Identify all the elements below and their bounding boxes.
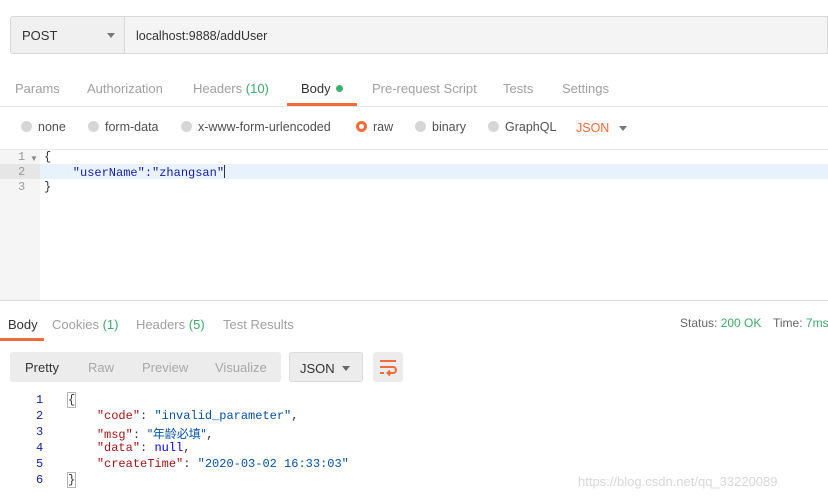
status-badge: 200 OK [720, 316, 762, 330]
response-view-controls: Pretty Raw Preview Visualize JSON [10, 352, 828, 382]
view-mode-pretty[interactable]: Pretty [25, 360, 59, 375]
tab-headers-label: Headers [193, 81, 243, 96]
json-line: "msg": "年龄必填", [96, 427, 214, 442]
code-line: } [44, 180, 52, 194]
radio-form-data-label: form-data [105, 120, 159, 134]
line-number: 5 [36, 457, 44, 471]
radio-circle-icon [415, 121, 426, 132]
json-open-brace: { [66, 392, 77, 408]
status-label: Status: [680, 316, 718, 330]
resp-tab-cookies[interactable]: Cookies (1) [52, 317, 118, 332]
code-line-text: "userName":"zhangsan" [44, 166, 225, 180]
json-key: "data" [96, 441, 141, 455]
tab-settings[interactable]: Settings [562, 81, 609, 96]
view-mode-visualize[interactable]: Visualize [215, 360, 267, 375]
method-select[interactable]: POST [10, 16, 125, 54]
radio-urlencoded-label: x-www-form-urlencoded [198, 120, 331, 134]
fold-arrow-icon[interactable]: ▼ [30, 154, 38, 163]
json-line: "data": null, [96, 441, 191, 455]
radio-none-label: none [38, 120, 66, 134]
json-value: null [154, 441, 184, 455]
time-label: Time: [773, 316, 803, 330]
text-cursor [224, 165, 226, 178]
active-tab-indicator [287, 103, 357, 106]
status-readout: Status: 200 OK [680, 316, 761, 330]
response-format-label: JSON [300, 361, 335, 376]
radio-binary-label: binary [432, 120, 467, 134]
radio-raw[interactable]: raw [356, 120, 393, 138]
response-format-dropdown[interactable]: JSON [289, 352, 363, 382]
radio-graphql[interactable]: GraphQL [488, 120, 556, 138]
json-value: "年龄必填" [147, 427, 207, 441]
radio-form-data[interactable]: form-data [88, 120, 159, 138]
radio-binary[interactable]: binary [415, 120, 466, 138]
json-value: "invalid_parameter" [154, 409, 292, 423]
line-number: 1 [36, 393, 44, 407]
wrap-lines-button[interactable] [373, 352, 403, 382]
radio-graphql-label: GraphQL [505, 120, 557, 134]
tab-body-label: Body [301, 81, 331, 96]
resp-tab-body[interactable]: Body [8, 317, 38, 332]
json-line: "createTime": "2020-03-02 16:33:03" [96, 457, 349, 471]
radio-selected-icon [356, 121, 367, 132]
body-type-selector: none form-data x-www-form-urlencoded raw… [0, 116, 828, 142]
radio-urlencoded[interactable]: x-www-form-urlencoded [181, 120, 331, 138]
resp-tab-cookies-count: (1) [102, 317, 119, 332]
resp-tab-cookies-label: Cookies [52, 317, 99, 332]
json-line: { [66, 392, 77, 408]
radio-circle-icon [88, 121, 99, 132]
resp-tab-headers-label: Headers [136, 317, 186, 332]
line-number: 3 [36, 425, 44, 439]
radio-circle-icon [181, 121, 192, 132]
view-mode-preview[interactable]: Preview [142, 360, 188, 375]
line-number: 6 [36, 473, 44, 487]
resp-tab-headers-count: (5) [188, 317, 205, 332]
chevron-down-icon [342, 366, 350, 371]
watermark: https://blog.csdn.net/qq_33220089 [578, 474, 778, 489]
body-format-dropdown[interactable]: JSON [576, 121, 609, 135]
view-mode-segmented: Pretty Raw Preview Visualize [10, 352, 281, 382]
resp-tab-headers[interactable]: Headers (5) [136, 317, 205, 332]
request-tabs: Params Authorization Headers (10) Body P… [0, 68, 828, 107]
chevron-down-icon[interactable] [619, 126, 627, 131]
request-body-editor[interactable]: 1 ▼ 2 3 { "userName":"zhangsan" } [0, 149, 828, 301]
view-mode-raw[interactable]: Raw [88, 360, 114, 375]
tab-headers-count: (10) [245, 81, 269, 96]
resp-tab-test-results[interactable]: Test Results [223, 317, 294, 332]
tab-params[interactable]: Params [15, 81, 60, 96]
tab-authorization[interactable]: Authorization [87, 81, 163, 96]
tab-pre-request-script[interactable]: Pre-request Script [372, 81, 477, 96]
line-number: 2 [18, 165, 26, 179]
response-tabs: Body Cookies (1) Headers (5) Test Result… [0, 306, 828, 341]
modified-dot-icon [335, 85, 343, 92]
chevron-down-icon [107, 33, 115, 38]
wrap-lines-icon [380, 360, 397, 377]
radio-circle-icon [488, 121, 499, 132]
method-label: POST [22, 28, 58, 43]
code-line: "userName":"zhangsan" [44, 165, 226, 180]
active-response-tab-indicator [0, 338, 44, 341]
url-value: localhost:9888/addUser [136, 29, 268, 43]
radio-circle-icon [21, 121, 32, 132]
code-line: { [44, 150, 52, 164]
line-number: 3 [18, 180, 26, 194]
json-line: } [66, 472, 77, 488]
json-close-brace: } [66, 472, 77, 488]
line-number: 2 [36, 409, 44, 423]
time-value: 7ms [805, 316, 828, 330]
tab-tests[interactable]: Tests [503, 81, 533, 96]
line-number: 1 [18, 150, 26, 164]
time-readout: Time: 7ms [773, 316, 828, 330]
radio-raw-label: raw [373, 120, 394, 134]
json-line: "code": "invalid_parameter", [96, 409, 299, 423]
tab-body[interactable]: Body [301, 81, 343, 96]
json-key: "createTime" [96, 457, 184, 471]
json-value: "2020-03-02 16:33:03" [197, 457, 349, 471]
url-input[interactable]: localhost:9888/addUser [125, 16, 828, 54]
tab-headers[interactable]: Headers (10) [193, 81, 269, 96]
radio-none[interactable]: none [21, 120, 66, 138]
json-key: "msg" [96, 428, 133, 442]
line-number: 4 [36, 441, 44, 455]
json-key: "code" [96, 409, 141, 423]
